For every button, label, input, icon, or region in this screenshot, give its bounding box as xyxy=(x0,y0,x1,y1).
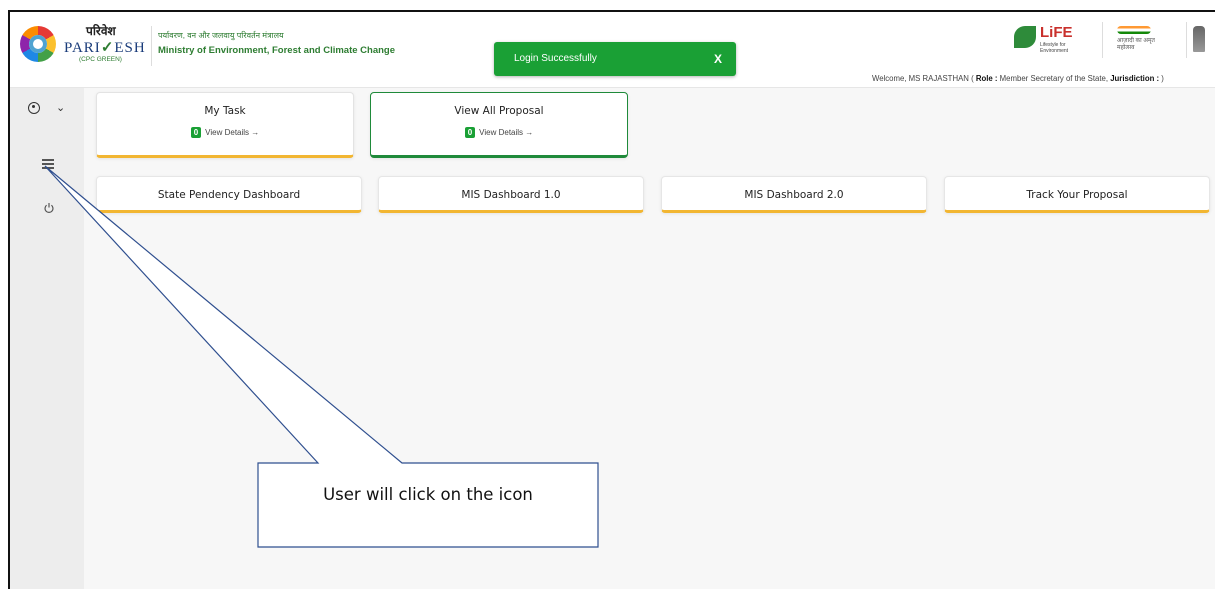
brand-divider xyxy=(151,26,152,66)
view-all-proposal-card[interactable]: View All Proposal 0 View Details → xyxy=(370,92,628,158)
user-menu-button[interactable]: ⌄ xyxy=(28,100,72,118)
jurisdiction-label: Jurisdiction : xyxy=(1110,74,1160,83)
list-menu-icon[interactable] xyxy=(42,159,54,169)
ministry-name: Ministry of Environment, Forest and Clim… xyxy=(158,45,396,56)
view-details-link[interactable]: View Details → xyxy=(205,128,259,137)
user-circle-icon xyxy=(28,102,40,114)
brand-subtitle: (CPC GREEN) xyxy=(79,56,122,63)
dashboard-title: State Pendency Dashboard xyxy=(157,189,301,201)
login-toast: Login Successfully X xyxy=(494,42,736,76)
welcome-suffix: ) xyxy=(1159,74,1164,83)
parivesh-logo-icon[interactable] xyxy=(20,26,56,62)
ministry-hindi: पर्यावरण, वन और जलवायु परिवर्तन मंत्रालय xyxy=(158,31,284,40)
dashboard-title: MIS Dashboard 2.0 xyxy=(744,189,844,201)
card-title: My Task xyxy=(204,105,246,117)
card-link[interactable]: 0 View Details → xyxy=(371,127,627,138)
toast-close-button[interactable]: X xyxy=(714,52,722,66)
azadi-logo-text: आज़ादी का अमृत महोत्सव xyxy=(1117,38,1155,51)
emblem-icon xyxy=(1193,26,1205,52)
power-icon[interactable] xyxy=(43,201,55,213)
national-emblem xyxy=(1186,22,1206,58)
toast-message: Login Successfully xyxy=(514,53,597,64)
count-badge: 0 xyxy=(464,127,476,138)
track-your-proposal-button[interactable]: Track Your Proposal xyxy=(944,176,1210,213)
tricolor-icon xyxy=(1117,26,1151,34)
app-frame: परिवेश PARI✓ESH (CPC GREEN) पर्यावरण, वन… xyxy=(8,10,1215,589)
sidebar: ⌄ xyxy=(10,88,84,589)
life-logo-subtitle: Lifestyle for Environment xyxy=(1040,42,1069,54)
header: परिवेश PARI✓ESH (CPC GREEN) पर्यावरण, वन… xyxy=(10,12,1215,88)
brand-name-left: PARI xyxy=(64,40,101,56)
mis-dashboard-2-button[interactable]: MIS Dashboard 2.0 xyxy=(661,176,927,213)
view-details-link[interactable]: View Details → xyxy=(479,128,533,137)
brand-hindi: परिवेश xyxy=(86,24,116,38)
azadi-logo: आज़ादी का अमृत महोत्सव xyxy=(1102,22,1158,58)
count-badge: 0 xyxy=(190,127,202,138)
mis-dashboard-1-button[interactable]: MIS Dashboard 1.0 xyxy=(378,176,644,213)
brand-name-right: ESH xyxy=(114,40,146,56)
welcome-text: Welcome, MS RAJASTHAN ( Role : Member Se… xyxy=(872,74,1164,83)
life-logo: LiFE Lifestyle for Environment xyxy=(1014,24,1078,54)
life-logo-text: LiFE xyxy=(1040,24,1073,41)
card-link[interactable]: 0 View Details → xyxy=(97,127,353,138)
chevron-down-icon: ⌄ xyxy=(56,102,66,114)
role-value: Member Secretary of the State, xyxy=(997,74,1111,83)
card-title: View All Proposal xyxy=(454,105,544,117)
annotation-text: User will click on the icon xyxy=(323,485,533,504)
role-label: Role : xyxy=(975,74,998,83)
brand-check: ✓ xyxy=(100,40,115,56)
state-pendency-dashboard-button[interactable]: State Pendency Dashboard xyxy=(96,176,362,213)
brand-name: PARI✓ESH xyxy=(64,38,146,57)
dashboard-title: MIS Dashboard 1.0 xyxy=(461,189,561,201)
my-task-card[interactable]: My Task 0 View Details → xyxy=(96,92,354,158)
welcome-prefix: Welcome, MS RAJASTHAN ( xyxy=(872,74,976,83)
dashboard-title: Track Your Proposal xyxy=(1026,189,1128,201)
life-leaf-icon xyxy=(1014,26,1036,48)
